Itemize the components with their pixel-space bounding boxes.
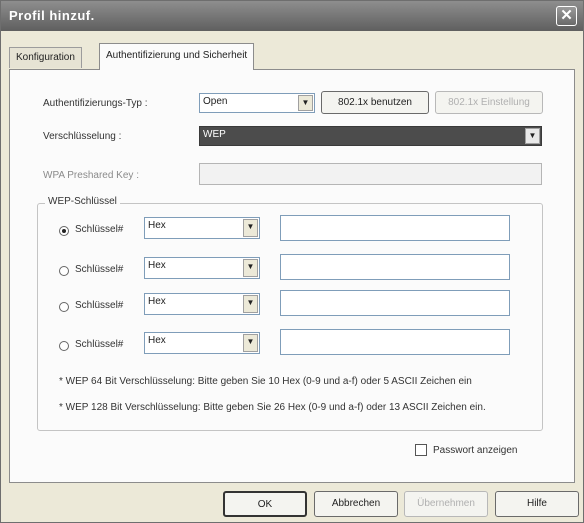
chevron-down-icon: ▼: [243, 334, 258, 352]
wep-key-3-input[interactable]: [280, 290, 510, 316]
title-bar: Profil hinzuf. ✕: [1, 1, 583, 31]
wep-key-4-input[interactable]: [280, 329, 510, 355]
apply-button[interactable]: Übernehmen: [404, 491, 488, 517]
encryption-select[interactable]: WEP ▼: [199, 126, 542, 146]
wep-key-4-format-value: Hex: [148, 335, 166, 346]
tab-authentication-security[interactable]: Authentifizierung und Sicherheit: [99, 43, 255, 70]
wep-key-1-input[interactable]: [280, 215, 510, 241]
wep-key-3-radio[interactable]: [59, 302, 69, 312]
window-title: Profil hinzuf.: [9, 8, 95, 23]
wep-key-2-radio[interactable]: [59, 266, 69, 276]
wep-key-1-label: Schlüssel#: [75, 224, 124, 235]
wep-key-1-format-value: Hex: [148, 220, 166, 231]
encryption-label: Verschlüsselung :: [43, 131, 122, 142]
close-icon: ✕: [560, 7, 573, 24]
wpa-key-input[interactable]: [199, 163, 542, 185]
close-button[interactable]: ✕: [556, 6, 577, 26]
profile-dialog: Profil hinzuf. ✕ Konfiguration Authentif…: [0, 0, 584, 523]
help-button[interactable]: Hilfe: [495, 491, 579, 517]
wep-key-2-input[interactable]: [280, 254, 510, 280]
wep-key-4-label: Schlüssel#: [75, 339, 124, 350]
chevron-down-icon: ▼: [243, 259, 258, 277]
wep-group-title: WEP-Schlüssel: [45, 196, 120, 207]
auth-type-label: Authentifizierungs-Typ :: [43, 98, 148, 109]
use-8021x-button[interactable]: 802.1x benutzen: [321, 91, 429, 114]
chevron-down-icon: ▼: [525, 128, 540, 144]
auth-type-select[interactable]: Open ▼: [199, 93, 315, 113]
cancel-button[interactable]: Abbrechen: [314, 491, 398, 517]
ok-button[interactable]: OK: [223, 491, 307, 517]
wep-128-note: * WEP 128 Bit Verschlüsselung: Bitte geb…: [59, 402, 486, 413]
wep-key-2-label: Schlüssel#: [75, 264, 124, 275]
8021x-settings-button[interactable]: 802.1x Einstellung: [435, 91, 543, 114]
show-password-label: Passwort anzeigen: [433, 445, 518, 456]
tab-configuration[interactable]: Konfiguration: [9, 47, 82, 68]
wep-key-3-format-select[interactable]: Hex ▼: [144, 293, 260, 315]
show-password-checkbox[interactable]: [415, 444, 427, 456]
wep-key-4-radio[interactable]: [59, 341, 69, 351]
encryption-value: WEP: [203, 129, 226, 140]
wep-key-3-format-value: Hex: [148, 296, 166, 307]
wep-key-4-format-select[interactable]: Hex ▼: [144, 332, 260, 354]
chevron-down-icon: ▼: [298, 95, 313, 111]
auth-type-value: Open: [203, 96, 228, 107]
wep-key-2-format-select[interactable]: Hex ▼: [144, 257, 260, 279]
wpa-key-label: WPA Preshared Key :: [43, 170, 139, 181]
chevron-down-icon: ▼: [243, 295, 258, 313]
wep-key-1-format-select[interactable]: Hex ▼: [144, 217, 260, 239]
tab-bar: Konfiguration Authentifizierung und Sich…: [9, 43, 575, 70]
wep-64-note: * WEP 64 Bit Verschlüsselung: Bitte gebe…: [59, 376, 472, 387]
wep-key-2-format-value: Hex: [148, 260, 166, 271]
wep-key-3-label: Schlüssel#: [75, 300, 124, 311]
wep-key-1-radio[interactable]: [59, 226, 69, 236]
chevron-down-icon: ▼: [243, 219, 258, 237]
